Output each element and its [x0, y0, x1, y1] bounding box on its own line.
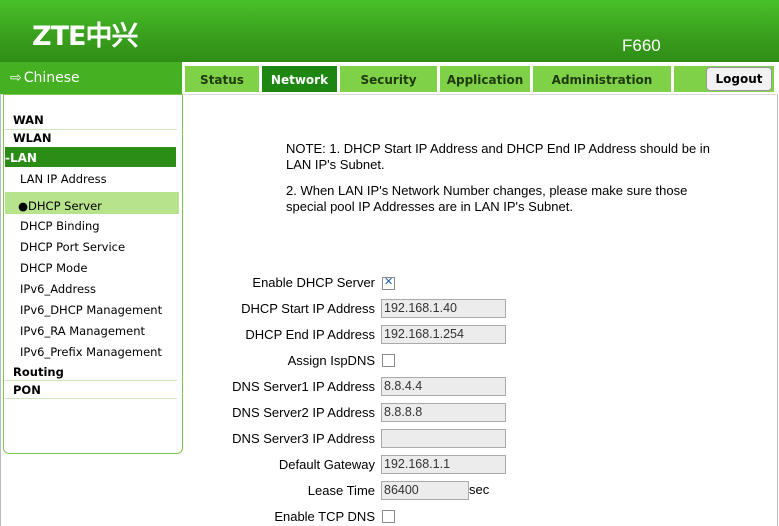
tab-network[interactable]: Network: [262, 66, 337, 92]
note-line-1: NOTE: 1. DHCP Start IP Address and DHCP …: [286, 141, 710, 172]
tab-administration[interactable]: Administration: [533, 66, 671, 92]
start-ip-label: DHCP Start IP Address: [241, 301, 375, 316]
sidebar-item-lan[interactable]: -LAN: [5, 147, 176, 167]
zte-logo: ZTE中兴: [32, 21, 138, 52]
assign-isp-dns-checkbox[interactable]: [382, 354, 395, 367]
sidebar-item-ipv6-prefix-management[interactable]: IPv6_Prefix Management: [20, 345, 194, 359]
dns3-input[interactable]: [381, 429, 506, 448]
sidebar-item-lan-ip-address[interactable]: LAN IP Address: [20, 172, 194, 186]
enable-tcp-dns-checkbox[interactable]: [382, 510, 395, 523]
dns1-input[interactable]: 8.8.4.4: [381, 377, 506, 396]
tab-application[interactable]: Application: [440, 66, 530, 92]
enable-dhcp-label: Enable DHCP Server: [252, 275, 375, 290]
gateway-label: Default Gateway: [278, 457, 375, 472]
sidebar-item-dhcp-port-service[interactable]: DHCP Port Service: [20, 240, 194, 254]
device-model: F660: [622, 36, 661, 55]
sidebar-item-label: DHCP Server: [28, 199, 102, 213]
logout-button[interactable]: Logout: [706, 67, 772, 91]
enable-dhcp-checkbox[interactable]: [382, 275, 395, 290]
language-link[interactable]: ⇨ Chinese: [0, 62, 182, 94]
end-ip-label: DHCP End IP Address: [245, 327, 375, 342]
lease-time-unit: sec: [469, 482, 490, 497]
language-label: Chinese: [23, 70, 80, 86]
sidebar-item-dhcp-mode[interactable]: DHCP Mode: [20, 261, 194, 275]
sidebar-item-ipv6-dhcp-management[interactable]: IPv6_DHCP Management: [20, 303, 194, 317]
lease-time-input[interactable]: 86400: [381, 481, 469, 500]
dns3-label: DNS Server3 IP Address: [232, 431, 375, 446]
divider: [5, 129, 177, 130]
tab-security[interactable]: Security: [340, 66, 437, 92]
gateway-input[interactable]: 192.168.1.1: [381, 455, 506, 474]
sidebar-item-ipv6-address[interactable]: IPv6_Address: [20, 282, 194, 296]
dhcp-note: NOTE: 1. DHCP Start IP Address and DHCP …: [286, 141, 726, 225]
sidebar-item-dhcp-server[interactable]: ●DHCP Server: [18, 199, 194, 213]
sidebar-item-wlan[interactable]: WLAN: [13, 131, 187, 145]
sidebar-item-ipv6-ra-management[interactable]: IPv6_RA Management: [20, 324, 194, 338]
arrow-right-icon: ⇨: [10, 70, 22, 86]
sidebar-item-wan[interactable]: WAN: [13, 113, 187, 127]
lease-time-label: Lease Time: [307, 483, 375, 498]
enable-tcp-dns-label: Enable TCP DNS: [274, 509, 375, 524]
dns1-label: DNS Server1 IP Address: [232, 379, 375, 394]
tab-status[interactable]: Status: [185, 66, 259, 92]
start-ip-input[interactable]: 192.168.1.40: [381, 299, 506, 318]
end-ip-input[interactable]: 192.168.1.254: [381, 325, 506, 344]
sidebar-item-routing[interactable]: Routing: [13, 365, 187, 379]
header-banner: ZTE中兴 F660: [0, 0, 779, 62]
sidebar-item-dhcp-binding[interactable]: DHCP Binding: [20, 219, 194, 233]
note-line-2: 2. When LAN IP's Network Number changes,…: [286, 183, 688, 214]
bullet-icon: ●: [18, 199, 29, 213]
sidebar-item-pon[interactable]: PON: [13, 383, 187, 397]
dns2-input[interactable]: 8.8.8.8: [381, 403, 506, 422]
divider: [5, 380, 177, 381]
assign-isp-dns-label: Assign IspDNS: [287, 353, 375, 368]
divider: [5, 398, 177, 399]
dns2-label: DNS Server2 IP Address: [232, 405, 375, 420]
